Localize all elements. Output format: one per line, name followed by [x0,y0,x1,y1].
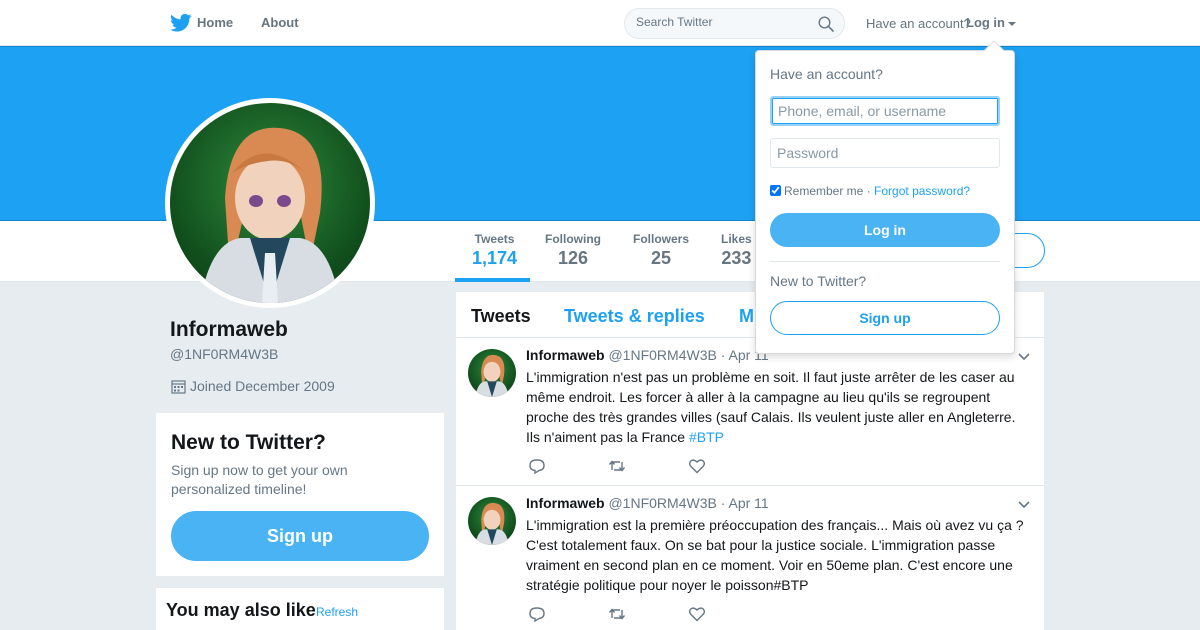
also-like-title: You may also like [166,600,316,620]
like-heart-icon[interactable] [688,458,706,474]
you-may-also-like-card: You may also like · Refresh [156,588,444,630]
reply-icon[interactable] [528,606,546,622]
login-toggle-label: Log in [966,15,1005,30]
new-to-twitter-text: New to Twitter? [770,273,867,289]
have-account-text: Have an account? [866,16,971,31]
tweet-item[interactable]: Informaweb @1NF0RM4W3B · Apr 11 L'immigr… [456,487,1044,630]
stat-label: Following [545,232,601,246]
separator-dot: · [866,184,871,198]
stat-label: Followers [633,232,690,246]
joined-date: Joined December 2009 [171,378,335,394]
top-navigation-bar: Home About Have an account? Log in [0,0,1200,46]
stat-label: Tweets [474,232,515,246]
profile-avatar[interactable] [165,98,375,308]
tweet-time[interactable]: · Apr 11 [721,495,769,511]
tweet-item[interactable]: Informaweb @1NF0RM4W3B · Apr 11 L'immigr… [456,339,1044,486]
stat-value: 25 [650,248,672,268]
search-input[interactable] [636,15,806,29]
like-heart-icon[interactable] [688,606,706,622]
password-field[interactable] [770,138,1000,168]
tweet-username[interactable]: @1NF0RM4W3B [608,495,716,511]
signup-card-title: New to Twitter? [171,431,326,454]
remember-row: Remember me · Forgot password? [770,184,970,198]
tweet-text: L'immigration est la première préoccupat… [526,515,1026,595]
remember-me-label[interactable]: Remember me [784,184,863,198]
remember-me-checkbox[interactable] [770,185,781,196]
joined-text: Joined December 2009 [190,378,335,394]
tweet-avatar[interactable] [468,349,516,397]
tweet-fullname[interactable]: Informaweb [526,347,605,363]
active-stat-underline [455,278,530,282]
nav-home-link[interactable]: Home [197,15,233,30]
signup-card-button[interactable]: Sign up [171,511,429,561]
tweet-header: Informaweb @1NF0RM4W3B · Apr 11 [526,347,769,363]
stat-tweets[interactable]: Tweets 1,174 [472,232,517,269]
profile-handle: @1NF0RM4W3B [170,346,279,362]
login-button[interactable]: Log in [770,213,1000,247]
twitter-bird-icon[interactable] [170,13,192,33]
tweet-avatar[interactable] [468,497,516,545]
separator-dot: · [309,603,313,617]
stat-following[interactable]: Following 126 [545,232,601,269]
avatar-illustration-icon [475,502,509,545]
chevron-down-icon[interactable] [1018,353,1030,361]
login-dropdown: Have an account? Remember me · Forgot pa… [755,40,1015,354]
stat-label: Likes [721,232,752,246]
calendar-icon [171,380,186,394]
tweet-fullname[interactable]: Informaweb [526,495,605,511]
nav-about-link[interactable]: About [261,15,299,30]
stat-likes[interactable]: Likes 233 [721,232,752,269]
retweet-icon[interactable] [608,458,626,474]
stat-followers[interactable]: Followers 25 [633,232,689,269]
profile-name: Informaweb [170,318,288,341]
reply-icon[interactable] [528,458,546,474]
avatar-illustration-icon [200,127,340,303]
refresh-link[interactable]: Refresh [316,605,358,619]
search-box [624,8,845,39]
signup-button[interactable]: Sign up [770,301,1000,335]
tweet-text-body: L'immigration est la première préoccupat… [526,517,1024,593]
tweet-text: L'immigration n'est pas un problème en s… [526,367,1026,447]
tweet-text-body: L'immigration n'est pas un problème en s… [526,369,1016,445]
login-dropdown-toggle[interactable]: Log in [966,15,1016,30]
tab-tweets[interactable]: Tweets [471,306,531,327]
signup-card: New to Twitter? Sign up now to get your … [156,413,444,576]
hashtag-link[interactable]: #BTP [689,429,724,445]
forgot-password-link[interactable]: Forgot password? [874,184,970,198]
avatar-image [170,103,370,303]
tab-media[interactable]: M [739,306,754,327]
tweet-username[interactable]: @1NF0RM4W3B [608,347,716,363]
chevron-down-icon[interactable] [1018,501,1030,509]
stat-value: 1,174 [472,248,518,268]
tab-tweets-replies[interactable]: Tweets & replies [564,306,705,327]
retweet-icon[interactable] [608,606,626,622]
search-icon[interactable] [818,16,834,32]
tweet-header: Informaweb @1NF0RM4W3B · Apr 11 [526,495,769,511]
stat-value: 126 [557,248,589,268]
dropdown-title: Have an account? [770,66,883,82]
caret-down-icon [1008,21,1016,26]
avatar-illustration-icon [475,354,509,397]
signup-card-text: Sign up now to get your own personalized… [171,462,348,497]
username-field[interactable] [770,96,1000,126]
stat-value: 233 [721,248,752,268]
divider [770,261,1000,262]
